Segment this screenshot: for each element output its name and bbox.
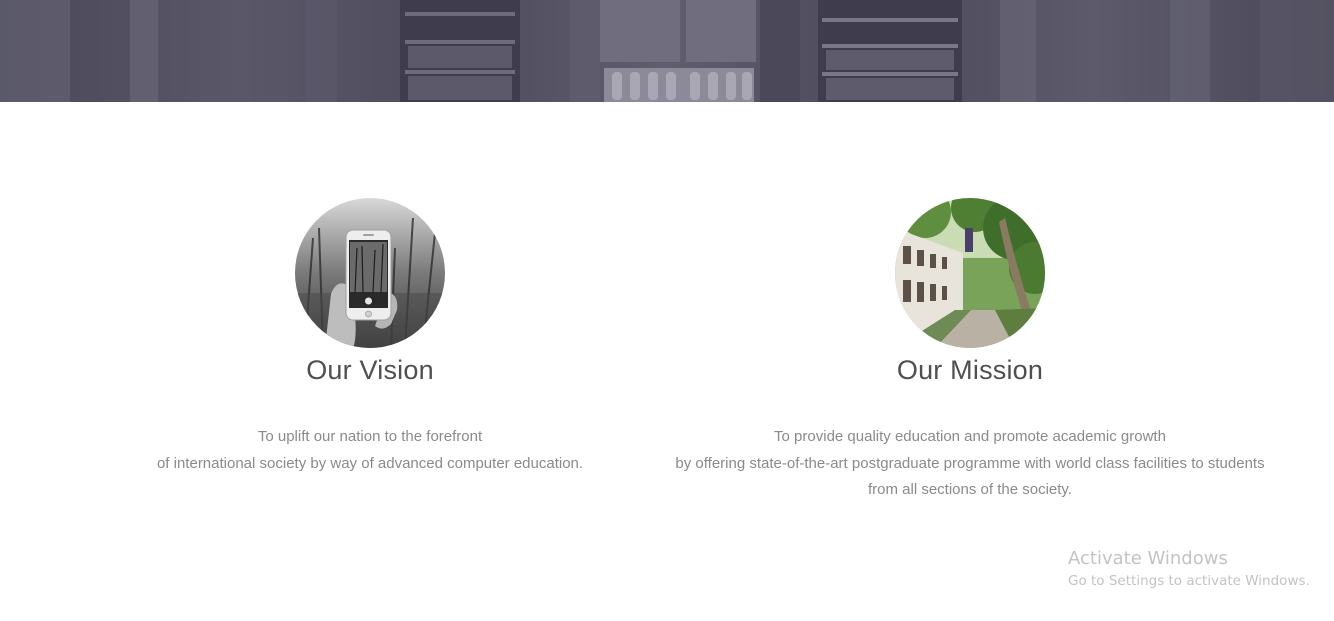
page: Our Vision To uplift our nation to the f… xyxy=(0,0,1334,621)
library-background-illustration xyxy=(0,0,1334,102)
vision-line: To uplift our nation to the forefront xyxy=(257,428,483,445)
vision-line: of international society by way of advan… xyxy=(156,454,584,472)
watermark-subtitle: Go to Settings to activate Windows. xyxy=(1068,573,1310,589)
vision-image-phone-photo xyxy=(295,198,445,348)
mission-description: To provide quality education and promote… xyxy=(620,424,1320,504)
activate-windows-watermark: Activate Windows Go to Settings to activ… xyxy=(1068,547,1310,591)
mission-title: Our Mission xyxy=(896,355,1044,385)
vision-description: To uplift our nation to the forefront of… xyxy=(70,424,670,477)
mission-line: To provide quality education and promote… xyxy=(774,428,1166,445)
vision-title: Our Vision xyxy=(306,355,434,385)
hero-banner-image xyxy=(0,0,1334,102)
watermark-title: Activate Windows xyxy=(1068,548,1228,569)
mission-line: from all sections of the society. xyxy=(868,481,1072,498)
mission-section: Our Mission To provide quality education… xyxy=(620,198,1320,504)
mission-image-campus-photo xyxy=(895,198,1045,348)
vision-section: Our Vision To uplift our nation to the f… xyxy=(70,198,670,477)
mission-line: by offering state-of-the-art postgraduat… xyxy=(675,454,1265,472)
